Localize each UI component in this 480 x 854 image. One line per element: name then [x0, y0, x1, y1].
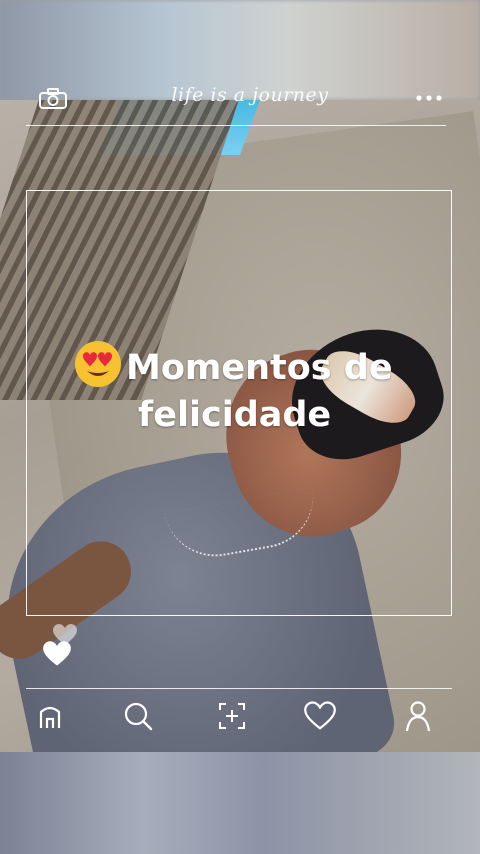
profile-icon[interactable]	[398, 696, 438, 736]
tagline: life is a journey	[171, 84, 329, 106]
search-icon[interactable]	[118, 696, 158, 736]
heart-icon[interactable]	[300, 696, 340, 736]
caption-line-1: Momentos de	[126, 348, 393, 388]
top-divider	[26, 125, 446, 126]
bottom-nav-divider	[26, 688, 452, 689]
more-dots-icon[interactable]	[414, 90, 444, 106]
post-caption: Momentos de felicidade	[74, 340, 454, 439]
bottom-nav	[0, 696, 480, 740]
camera-icon[interactable]	[38, 88, 68, 110]
add-post-icon[interactable]	[212, 696, 252, 736]
home-icon[interactable]	[30, 696, 70, 736]
blurred-bottom-band	[0, 752, 480, 854]
top-bar: life is a journey	[0, 82, 480, 122]
caption-line-2: felicidade	[138, 395, 332, 435]
heart-filled-icon[interactable]	[42, 640, 72, 668]
heart-eyes-emoji	[74, 340, 122, 388]
